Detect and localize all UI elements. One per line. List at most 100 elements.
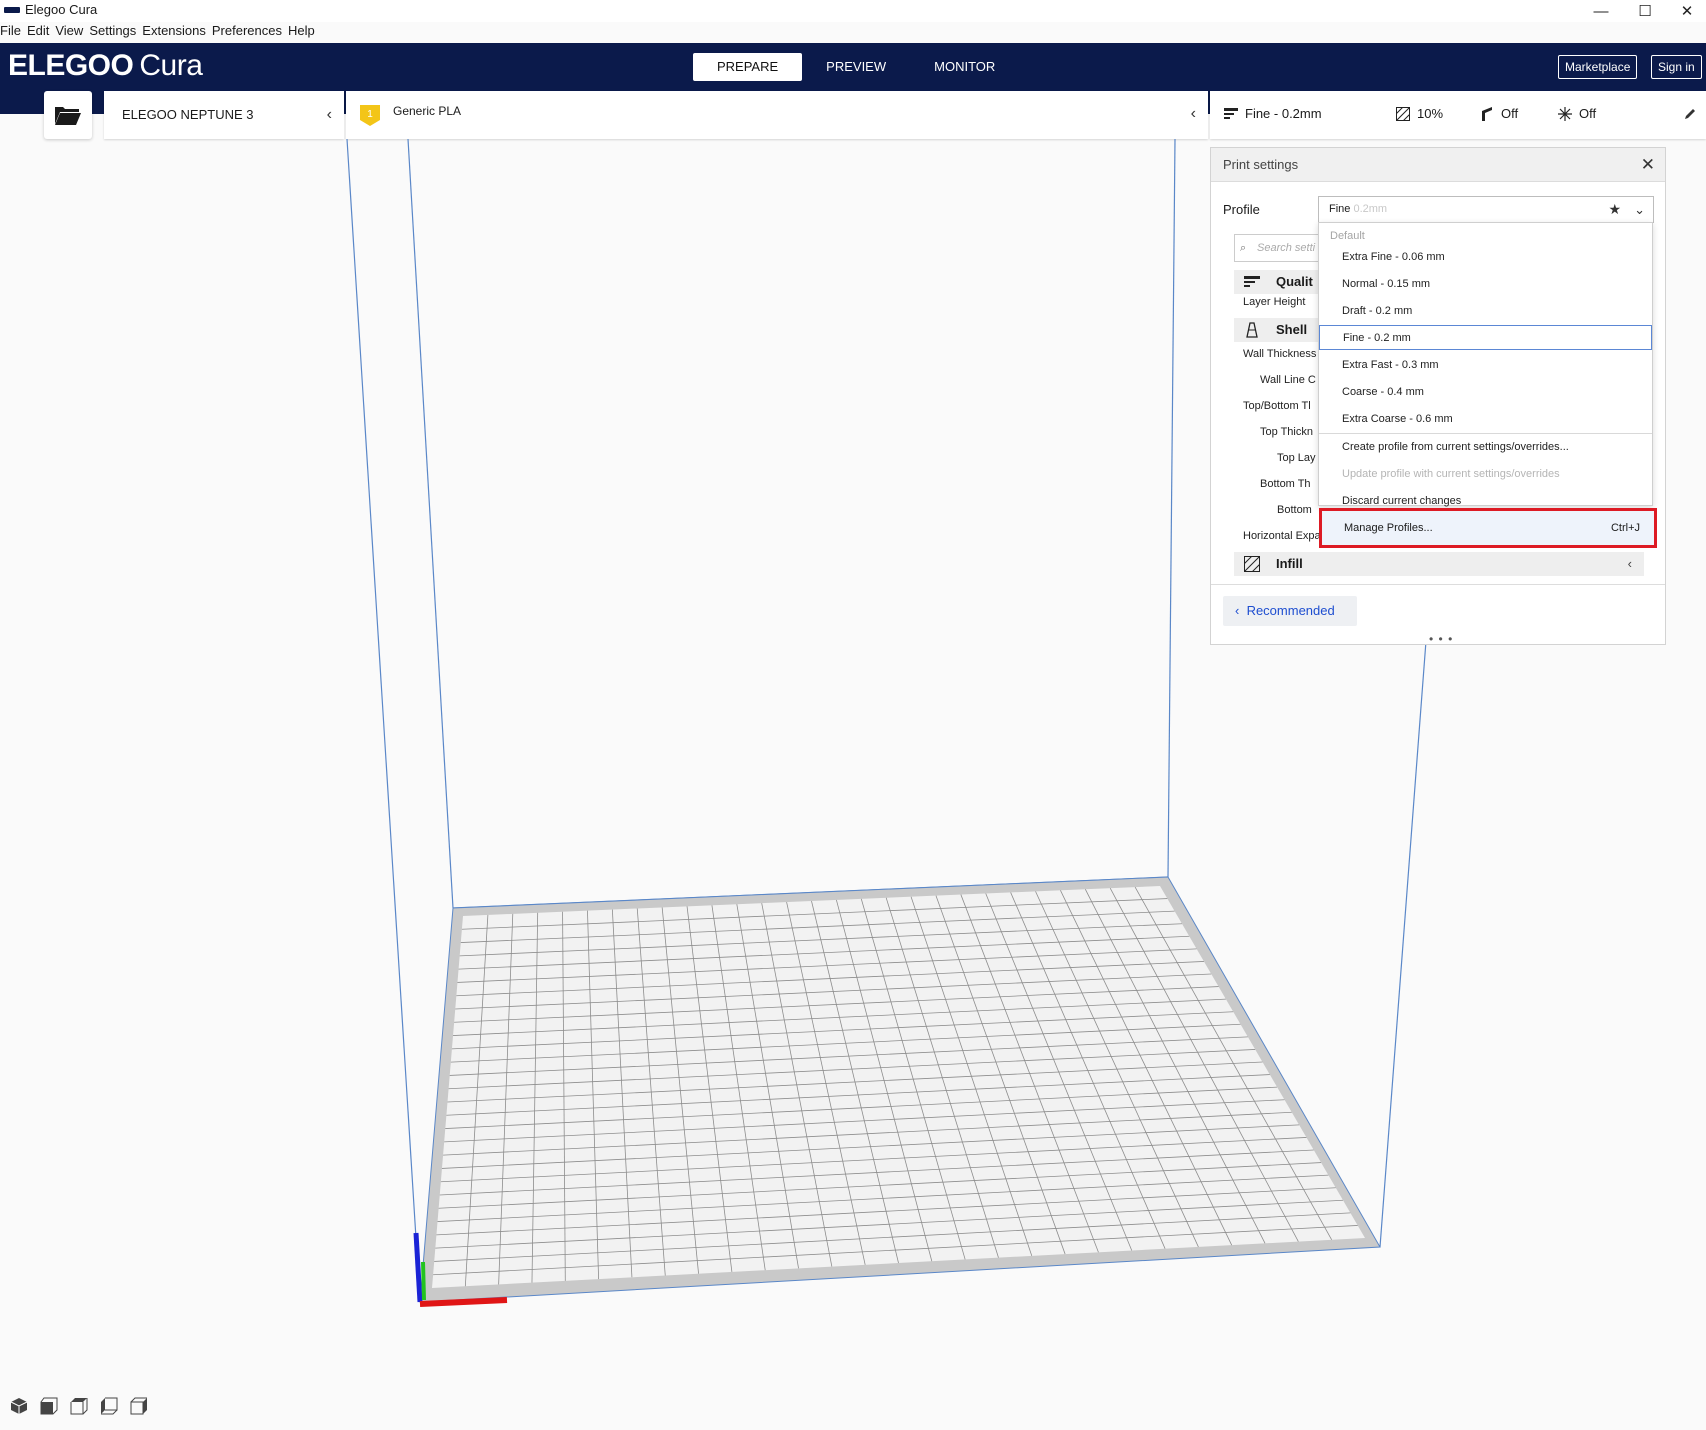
chevron-left-icon: ‹: [1627, 556, 1632, 571]
right-view-icon[interactable]: [130, 1397, 148, 1415]
chevron-left-icon: ‹: [1235, 603, 1247, 618]
top-view-icon[interactable]: [70, 1397, 88, 1415]
resize-grip-icon[interactable]: • • •: [1429, 632, 1453, 646]
material-badge-number: 1: [367, 109, 373, 120]
edit-pencil-icon[interactable]: [1684, 108, 1696, 120]
tab-prepare[interactable]: PREPARE: [693, 53, 803, 81]
logo-brand: ELEGOO: [8, 49, 134, 82]
close-icon[interactable]: ✕: [1641, 148, 1655, 182]
front-view-icon[interactable]: [40, 1397, 58, 1415]
profile-icon: [1224, 107, 1238, 119]
support-summary: Off: [1480, 106, 1518, 121]
left-view-icon[interactable]: [100, 1397, 118, 1415]
menu-bar: File Edit View Settings Extensions Prefe…: [0, 23, 318, 43]
material-badge-icon: 1: [360, 105, 380, 126]
3d-view-icon[interactable]: [10, 1397, 28, 1415]
recommended-label: Recommended: [1246, 603, 1335, 618]
setting-wall-line-count: Wall Line C: [1260, 374, 1316, 386]
infill-summary-label: 10%: [1417, 106, 1444, 121]
profile-option[interactable]: Extra Fine - 0.06 mm: [1319, 245, 1652, 270]
minimize-button[interactable]: —: [1578, 0, 1624, 22]
category-label: Qualit: [1276, 274, 1313, 289]
material-selector[interactable]: 1 Generic PLA ‹: [346, 91, 1208, 139]
infill-icon: [1244, 556, 1260, 572]
setting-wall-thickness: Wall Thickness: [1243, 348, 1317, 360]
manage-profiles-shortcut: Ctrl+J: [1610, 522, 1640, 534]
adhesion-summary-label: Off: [1579, 106, 1597, 121]
tab-preview[interactable]: PREVIEW: [802, 53, 910, 81]
profile-option[interactable]: Draft - 0.2 mm: [1319, 299, 1652, 324]
chevron-down-icon: ⌄: [1634, 202, 1645, 217]
window-title: Elegoo Cura: [25, 2, 98, 17]
printer-selector[interactable]: ELEGOO NEPTUNE 3 ‹: [104, 91, 344, 139]
setting-top-thickness: Top Thickn: [1260, 426, 1313, 438]
maximize-button[interactable]: ☐: [1622, 0, 1668, 22]
profile-summary-label: Fine - 0.2mm: [1245, 106, 1322, 121]
profile-value: Fine: [1329, 203, 1351, 215]
setting-bottom-layers: Bottom: [1277, 504, 1312, 516]
panel-divider: [1211, 584, 1665, 585]
star-icon[interactable]: ★: [1608, 197, 1621, 222]
menu-preferences[interactable]: Preferences: [209, 23, 285, 43]
profile-option[interactable]: Extra Coarse - 0.6 mm: [1319, 407, 1652, 432]
setting-top-layers: Top Lay: [1277, 452, 1316, 464]
menu-file[interactable]: File: [0, 23, 24, 43]
open-file-button[interactable]: [44, 91, 92, 139]
shell-icon: [1246, 322, 1258, 338]
manage-profiles-item[interactable]: Manage Profiles... Ctrl+J: [1319, 508, 1657, 548]
dropdown-section-header: Default: [1330, 230, 1365, 242]
menu-help[interactable]: Help: [285, 23, 318, 43]
profile-option[interactable]: Coarse - 0.4 mm: [1319, 380, 1652, 405]
sign-in-button[interactable]: Sign in: [1651, 55, 1702, 79]
printer-name: ELEGOO NEPTUNE 3: [122, 107, 254, 122]
app-logo: ELEGOO Cura: [8, 49, 203, 83]
menu-edit[interactable]: Edit: [24, 23, 52, 43]
recommended-button[interactable]: ‹ Recommended: [1223, 596, 1357, 626]
panel-header: Print settings ✕: [1211, 148, 1665, 182]
support-icon: [1482, 106, 1492, 121]
profile-label: Profile: [1223, 202, 1260, 217]
build-plate: [419, 876, 1381, 1303]
profile-option[interactable]: Extra Fast - 0.3 mm: [1319, 353, 1652, 378]
profile-dropdown-menu: Default Extra Fine - 0.06 mm Normal - 0.…: [1318, 222, 1653, 507]
chevron-left-icon: ‹: [1190, 105, 1196, 122]
view-orientation-controls: [10, 1397, 148, 1415]
material-name: Generic PLA: [393, 104, 462, 118]
manage-profiles-label: Manage Profiles...: [1344, 522, 1433, 534]
stage-tabs: PREPARE PREVIEW MONITOR: [693, 53, 1019, 81]
setting-layer-height: Layer Height: [1243, 296, 1306, 308]
quality-icon: [1244, 276, 1260, 287]
print-settings-selector[interactable]: Fine - 0.2mm 10% Off Off: [1210, 91, 1706, 139]
update-profile-item: Update profile with current settings/ove…: [1342, 468, 1560, 480]
category-infill[interactable]: Infill ‹: [1234, 552, 1644, 576]
setting-bottom-thickness: Bottom Th: [1260, 478, 1311, 490]
infill-icon: [1396, 106, 1410, 121]
create-profile-item[interactable]: Create profile from current settings/ove…: [1319, 435, 1652, 460]
marketplace-button[interactable]: Marketplace: [1558, 55, 1638, 79]
menu-settings[interactable]: Settings: [86, 23, 139, 43]
adhesion-icon: [1558, 106, 1572, 121]
menu-extensions[interactable]: Extensions: [139, 23, 209, 43]
profile-option[interactable]: Normal - 0.15 mm: [1319, 272, 1652, 297]
adhesion-summary: Off: [1558, 106, 1596, 121]
search-placeholder: Search setti: [1257, 242, 1316, 254]
profile-dropdown[interactable]: Fine 0.2mm ★ ⌄: [1318, 196, 1654, 223]
setting-top-bottom: Top/Bottom Tl: [1243, 400, 1311, 412]
tab-monitor[interactable]: MONITOR: [910, 53, 1019, 81]
logo-product: Cura: [139, 49, 203, 82]
chevron-left-icon: ‹: [326, 106, 332, 123]
dropdown-separator: [1319, 433, 1652, 434]
close-window-button[interactable]: ✕: [1664, 0, 1706, 22]
search-icon: ⌕: [1240, 242, 1247, 254]
profile-summary: Fine - 0.2mm: [1224, 106, 1322, 121]
app-icon: [4, 7, 20, 13]
support-summary-label: Off: [1501, 106, 1519, 121]
category-label: Infill: [1276, 556, 1303, 571]
panel-title: Print settings: [1223, 157, 1299, 172]
window-titlebar: Elegoo Cura — ☐ ✕: [0, 0, 1706, 22]
menu-view[interactable]: View: [52, 23, 86, 43]
folder-open-icon: [55, 107, 81, 125]
infill-summary: 10%: [1396, 106, 1443, 121]
profile-value-muted: 0.2mm: [1353, 203, 1388, 215]
profile-option-selected[interactable]: Fine - 0.2 mm: [1319, 325, 1652, 350]
